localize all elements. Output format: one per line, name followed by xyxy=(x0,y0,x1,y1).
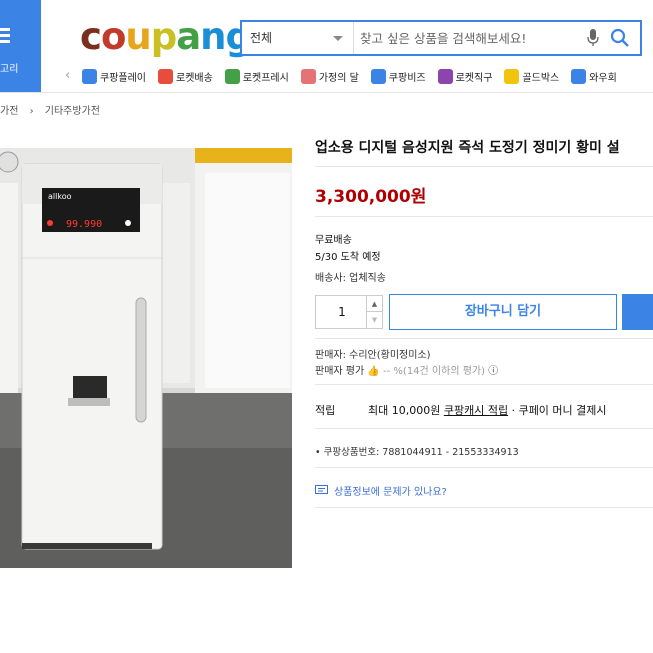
divider xyxy=(315,428,653,429)
reward-prefix: 최대 10,000원 xyxy=(368,404,441,417)
quick-link-label: 로켓프레시 xyxy=(242,72,289,84)
logo-letter: o xyxy=(100,15,126,58)
reward-info: 최대 10,000원 쿠팡캐시 적립 · 쿠페이 머니 결제시 xyxy=(368,402,607,418)
free-shipping-label: 무료배송 xyxy=(315,235,352,246)
quick-link-item[interactable]: 가정의 달 xyxy=(300,66,359,86)
quick-link-item[interactable]: 로켓배송 xyxy=(158,66,213,86)
product-image[interactable]: allkoo 99.990 xyxy=(0,148,292,568)
divider xyxy=(315,338,653,339)
divider xyxy=(315,467,653,468)
hamburger-icon xyxy=(0,28,10,43)
chevron-left-icon[interactable]: ‹ xyxy=(65,68,70,83)
family-icon xyxy=(300,68,316,84)
product-code: • 쿠팡상품번호: 7881044911 - 21553334913 xyxy=(315,447,519,458)
header-divider xyxy=(0,92,653,93)
wow-icon xyxy=(571,68,587,84)
divider xyxy=(315,507,653,508)
seller-rating-value: -- %(14건 이하의 평가) xyxy=(383,366,485,377)
rocket-icon xyxy=(158,68,173,84)
breadcrumb-separator-icon: › xyxy=(29,106,34,117)
product-photo-illustration: allkoo 99.990 xyxy=(0,148,292,568)
seller-name[interactable]: 판매자: 수리안(황미정미소) xyxy=(315,346,431,361)
machine-display-readout: 99.990 xyxy=(66,219,102,230)
quick-link-item[interactable]: 와우회 xyxy=(571,66,617,86)
info-icon[interactable]: ⓘ xyxy=(488,366,498,377)
reward-label: 적립 xyxy=(315,404,336,417)
search-category-value: 전체 xyxy=(250,31,273,45)
coupang-cash-link[interactable]: 쿠팡캐시 적립 xyxy=(444,404,508,417)
chevron-down-icon xyxy=(333,36,343,41)
search-input[interactable] xyxy=(360,26,580,50)
logo-letter: c xyxy=(80,15,102,58)
global-icon xyxy=(437,68,453,84)
product-title: 업소용 디지털 음성지원 즉석 도정기 정미기 황미 설 xyxy=(315,140,620,156)
logo-letter: a xyxy=(176,15,201,58)
quick-link-item[interactable]: 로켓직구 xyxy=(437,66,493,86)
quick-link-label: 쿠팡플레이 xyxy=(100,72,146,84)
breadcrumb: 가전 › 기타주방가전 xyxy=(0,102,108,117)
quantity-input[interactable]: 1 xyxy=(316,296,368,328)
logo-letter: u xyxy=(125,15,151,58)
coupang-logo[interactable]: coupang xyxy=(80,15,252,59)
buy-now-button[interactable] xyxy=(622,294,653,330)
quick-link-label: 골드박스 xyxy=(522,72,560,84)
product-price: 3,300,000원 xyxy=(315,187,427,207)
breadcrumb-item[interactable]: 가전 xyxy=(0,106,18,117)
category-menu-button[interactable]: 고리 xyxy=(0,0,41,92)
quick-link-label: 로켓배송 xyxy=(176,72,213,84)
increment-icon[interactable]: ▲ xyxy=(366,296,382,312)
search-bar: 전체 xyxy=(240,20,642,56)
search-category-select[interactable]: 전체 xyxy=(242,22,354,54)
breadcrumb-item[interactable]: 기타주방가전 xyxy=(45,106,100,117)
divider xyxy=(315,216,653,217)
reward-suffix: · 쿠페이 머니 결제시 xyxy=(511,404,607,417)
quick-link-item[interactable]: 쿠팡비즈 xyxy=(370,66,426,86)
add-to-cart-button[interactable]: 장바구니 담기 xyxy=(389,294,617,330)
seller-rating-label: 판매자 평가 xyxy=(315,366,365,377)
search-icon[interactable] xyxy=(610,28,630,48)
quick-link-label: 로켓직구 xyxy=(455,72,493,84)
goldbox-icon xyxy=(504,68,520,84)
delivery-eta: 5/30 도착 예정 xyxy=(315,252,381,263)
quick-link-label: 쿠팡비즈 xyxy=(388,72,426,84)
quick-link-label: 와우회 xyxy=(589,72,617,84)
quick-link-item[interactable]: 로켓프레시 xyxy=(224,66,289,86)
quick-link-item[interactable]: 골드박스 xyxy=(504,66,559,86)
category-menu-label: 고리 xyxy=(0,64,19,75)
seller-rating: 판매자 평가 👍 -- %(14건 이하의 평가) ⓘ xyxy=(315,362,498,377)
report-issue-text: 상품정보에 문제가 있나요? xyxy=(334,487,447,498)
logo-letter: p xyxy=(150,15,177,58)
decrement-icon[interactable]: ▼ xyxy=(366,312,382,328)
quick-link-label: 가정의 달 xyxy=(318,72,359,84)
quick-link-item[interactable]: 쿠팡플레이 xyxy=(82,66,146,86)
divider xyxy=(315,384,653,385)
logo-letter: n xyxy=(200,15,226,58)
machine-brand-label: allkoo xyxy=(48,192,72,201)
microphone-icon[interactable] xyxy=(587,29,599,47)
chat-icon xyxy=(315,485,328,494)
rocket-fresh-icon xyxy=(224,68,240,84)
biz-icon xyxy=(370,68,386,84)
quantity-stepper: 1 ▲ ▼ xyxy=(315,295,383,329)
report-issue-link[interactable]: 상품정보에 문제가 있나요? xyxy=(315,483,447,498)
play-icon xyxy=(82,68,97,84)
divider xyxy=(315,166,653,167)
thumbs-up-icon: 👍 xyxy=(367,366,380,377)
carrier-info: 배송사: 업체직송 xyxy=(315,273,386,284)
product-code-text: 쿠팡상품번호: 7881044911 - 21553334913 xyxy=(323,447,519,458)
